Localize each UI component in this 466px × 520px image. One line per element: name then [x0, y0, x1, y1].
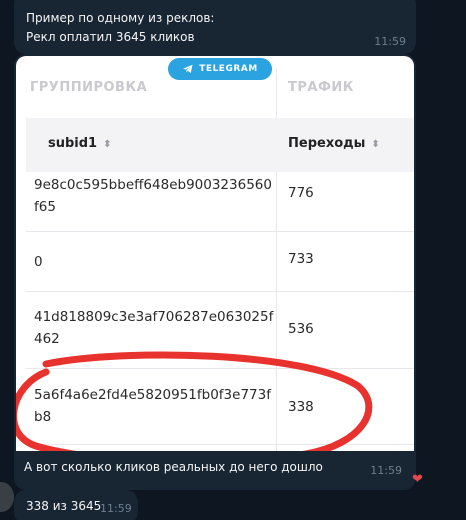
- message-bubble-image[interactable]: ГРУППИРОВКА ТРАФИК subid1 ⬍ Переходы ⬍ 9e8…: [14, 54, 416, 490]
- message-timestamp: 11:59: [100, 502, 132, 515]
- clicks-cell: 776: [288, 185, 314, 201]
- clicks-cell: 536: [288, 321, 314, 337]
- column-header-clicks: Переходы ⬍: [288, 136, 380, 151]
- subid-cell: 0: [34, 254, 43, 270]
- traffic-header: ТРАФИК: [288, 80, 354, 95]
- sort-icon: ⬍: [103, 139, 112, 150]
- sort-icon: ⬍: [371, 139, 380, 150]
- column-header-subid: subid1 ⬍: [48, 136, 112, 151]
- message-text-line: Пример по одному из реклов:: [26, 11, 215, 25]
- group-header: ГРУППИРОВКА: [30, 80, 148, 95]
- message-text: 338 из 3645: [26, 499, 102, 513]
- row-divider: [26, 444, 414, 445]
- subid-cell: 41d818809c3e3af706287e063025f462: [34, 309, 274, 347]
- image-caption: А вот сколько кликов реальных до него до…: [24, 460, 323, 474]
- screenshot-image[interactable]: ГРУППИРОВКА ТРАФИК subid1 ⬍ Переходы ⬍ 9e8…: [16, 56, 414, 451]
- message-bubble-intro[interactable]: Пример по одному из реклов: Рекл оплатил…: [14, 0, 416, 54]
- clicks-cell: 338: [288, 399, 314, 415]
- clicks-cell: 733: [288, 251, 314, 267]
- table-header-row: subid1 ⬍ Переходы ⬍: [26, 118, 414, 172]
- telegram-plane-icon: [183, 64, 193, 73]
- row-divider: [26, 368, 414, 369]
- row-divider: [26, 291, 414, 292]
- message-bubble-result[interactable]: 338 из 3645 11:59: [14, 490, 138, 520]
- telegram-badge-label: TELEGRAM: [199, 64, 258, 74]
- message-timestamp: 11:59: [374, 35, 406, 48]
- message-timestamp: 11:59: [370, 464, 402, 477]
- telegram-badge: TELEGRAM: [168, 58, 272, 80]
- subid-cell: 9e8c0c595bbeff648eb9003236560f65: [34, 177, 272, 215]
- row-divider: [26, 231, 414, 232]
- subid-cell: 5a6f4a6e2fd4e5820951fb0f3e773fb8: [34, 387, 271, 425]
- avatar[interactable]: [0, 482, 14, 512]
- heart-icon[interactable]: ❤: [412, 472, 423, 487]
- message-text-line: Рекл оплатил 3645 кликов: [26, 30, 195, 44]
